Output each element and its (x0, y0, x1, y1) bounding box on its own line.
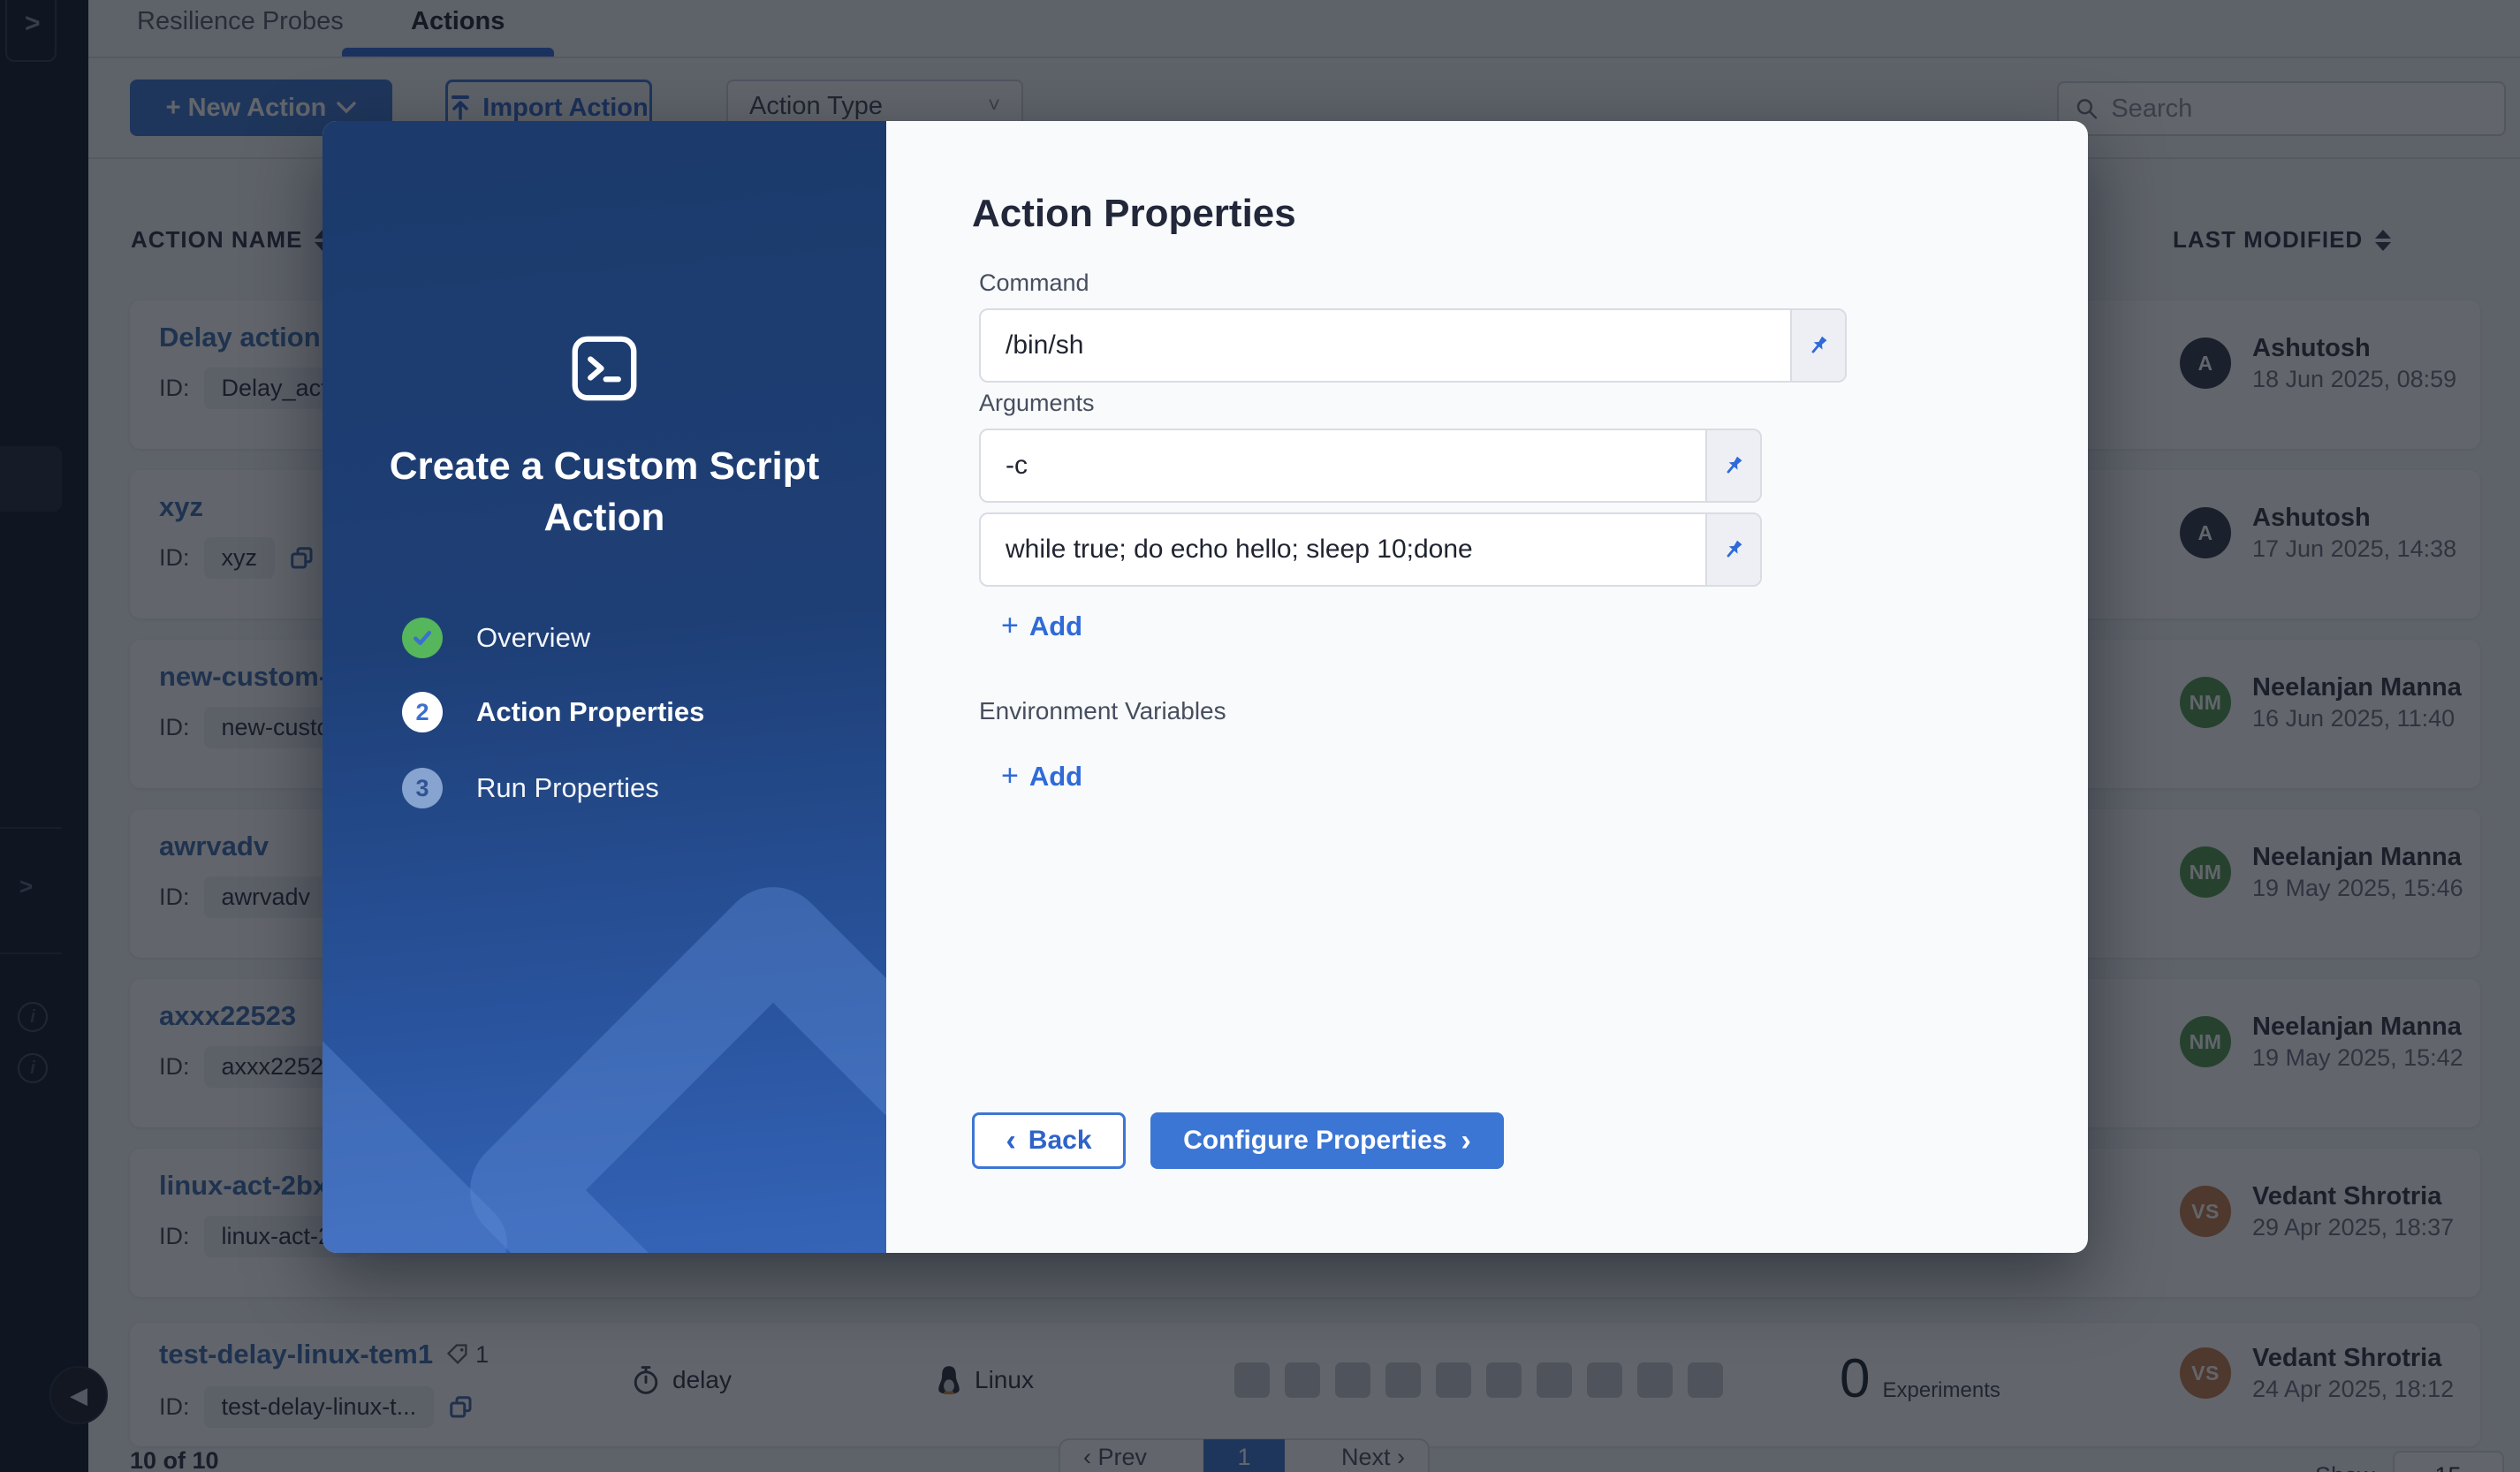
chevron-right-icon: › (1461, 1126, 1471, 1156)
wizard-sidebar: Create a Custom Script Action Overview 2… (323, 121, 886, 1253)
modal-form-panel: × Action Properties Command Arguments (886, 121, 2088, 1253)
command-input[interactable] (981, 310, 1790, 381)
pin-icon (1806, 333, 1831, 358)
app-root: > > i i ◀ Resilience Probes Actions + Ne… (0, 0, 2520, 1472)
pin-button[interactable] (1705, 430, 1760, 501)
step-label: Action Properties (476, 696, 704, 728)
add-label: Add (1029, 611, 1082, 642)
configure-properties-label: Configure Properties (1183, 1126, 1446, 1156)
back-label: Back (1028, 1126, 1092, 1156)
command-label: Command (979, 269, 1089, 297)
panel-heading: Action Properties (972, 192, 1296, 236)
add-env-variable-button[interactable]: + Add (1001, 759, 1082, 793)
pin-icon (1721, 537, 1746, 562)
step-number: 3 (402, 768, 443, 808)
configure-properties-button[interactable]: Configure Properties › (1150, 1112, 1504, 1169)
wizard-step-run-properties[interactable]: 3 Run Properties (402, 768, 659, 808)
arguments-label: Arguments (979, 390, 1095, 417)
argument-input-1[interactable] (981, 430, 1705, 501)
create-action-modal: Create a Custom Script Action Overview 2… (323, 121, 2088, 1253)
watermark-shape (323, 1005, 525, 1253)
env-variables-label: Environment Variables (979, 697, 1226, 725)
step-label: Run Properties (476, 772, 659, 804)
chevron-left-icon: ‹ (1006, 1126, 1015, 1156)
argument-field (979, 429, 1762, 503)
wizard-title: Create a Custom Script Action (383, 441, 825, 543)
add-argument-button[interactable]: + Add (1001, 609, 1082, 643)
argument-input-2[interactable] (981, 514, 1705, 585)
step-done-check-icon (402, 618, 443, 658)
step-label: Overview (476, 622, 590, 654)
command-field (979, 308, 1847, 383)
add-label: Add (1029, 761, 1082, 793)
back-button[interactable]: ‹ Back (972, 1112, 1126, 1169)
pin-icon (1721, 453, 1746, 478)
plus-icon: + (1001, 759, 1019, 793)
wizard-step-overview[interactable]: Overview (402, 618, 590, 658)
argument-field (979, 512, 1762, 587)
step-number: 2 (402, 692, 443, 732)
watermark-shape (448, 865, 886, 1253)
pin-button[interactable] (1790, 310, 1845, 381)
terminal-icon (567, 331, 641, 406)
wizard-step-action-properties[interactable]: 2 Action Properties (402, 692, 704, 732)
pin-button[interactable] (1705, 514, 1760, 585)
plus-icon: + (1001, 609, 1019, 643)
